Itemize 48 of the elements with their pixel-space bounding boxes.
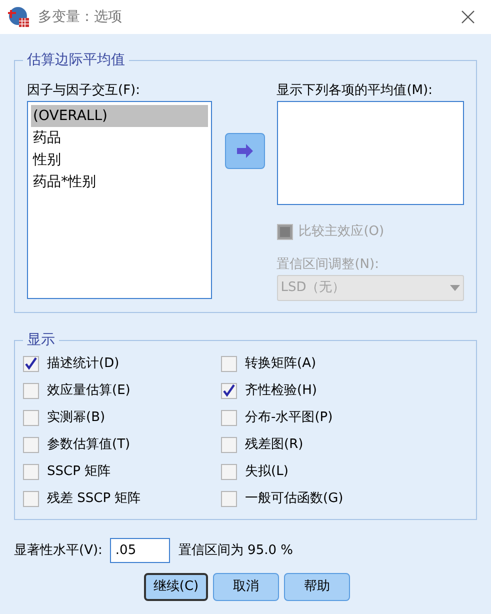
checkbox-label: 描述统计(D)	[47, 355, 120, 374]
dialog-button[interactable]: 取消	[213, 573, 279, 601]
app-icon	[8, 6, 30, 28]
checkbox[interactable]	[221, 437, 237, 453]
checkbox-label: 比较主效应(O)	[298, 223, 384, 241]
checkbox-label: 参数估算值(T)	[47, 436, 130, 454]
field-label: 置信区间调整(N):	[276, 256, 380, 274]
checkbox[interactable]	[23, 356, 39, 372]
checkbox-label: 残差 SSCP 矩阵	[47, 490, 141, 508]
checkbox[interactable]	[23, 437, 39, 453]
checkbox[interactable]	[221, 491, 237, 507]
checkbox-label: 齐性检验(H)	[245, 382, 317, 400]
checkbox[interactable]	[221, 356, 237, 372]
checkbox[interactable]	[23, 383, 39, 399]
list-item[interactable]: 药品	[31, 127, 208, 149]
checkbox-label: 转换矩阵(A)	[245, 355, 316, 374]
checkbox[interactable]	[221, 383, 237, 399]
dialog-button[interactable]: 继续(C)	[144, 573, 208, 601]
checkbox-label: 实测幂(B)	[47, 409, 106, 428]
factor-list[interactable]: (OVERALL) 药品 性别 药品*性别	[27, 101, 212, 299]
list-item[interactable]: 性别	[31, 149, 208, 171]
confidence-text: 置信区间为 95.0 %	[178, 542, 293, 560]
field-label: 显著性水平(V):	[14, 542, 102, 560]
list-label: 因子与因子交互(F):	[27, 82, 142, 100]
checkbox-label: 失拟(L)	[245, 463, 288, 482]
checkbox[interactable]	[221, 410, 237, 426]
window-title: 多变量：选项	[38, 8, 122, 26]
checkbox[interactable]	[23, 410, 39, 426]
checkbox[interactable]	[221, 464, 237, 480]
means-list[interactable]	[276, 101, 464, 205]
checkbox-label: 残差图(R)	[245, 436, 304, 454]
checkbox-label: SSCP 矩阵	[47, 463, 111, 482]
group-title: 显示	[23, 331, 59, 349]
dropdown-arrow-icon	[450, 284, 460, 290]
dialog-button[interactable]: 帮助	[284, 573, 350, 601]
list-item[interactable]: (OVERALL)	[31, 105, 208, 127]
move-button[interactable]	[224, 133, 264, 169]
arrow-icon	[236, 144, 254, 158]
list-item[interactable]: 药品*性别	[31, 171, 208, 193]
checkbox-label: 分布-水平图(P)	[245, 409, 333, 428]
checkbox-label: 一般可估函数(G)	[245, 490, 344, 508]
checkbox-label: 效应量估算(E)	[47, 382, 130, 400]
checkbox[interactable]	[23, 464, 39, 480]
significance-field[interactable]: .05	[110, 538, 170, 563]
group-title: 估算边际平均值	[23, 51, 129, 69]
checkbox[interactable]	[23, 491, 39, 507]
close-icon[interactable]	[461, 10, 475, 24]
list-label: 显示下列各项的平均值(M):	[276, 82, 434, 100]
